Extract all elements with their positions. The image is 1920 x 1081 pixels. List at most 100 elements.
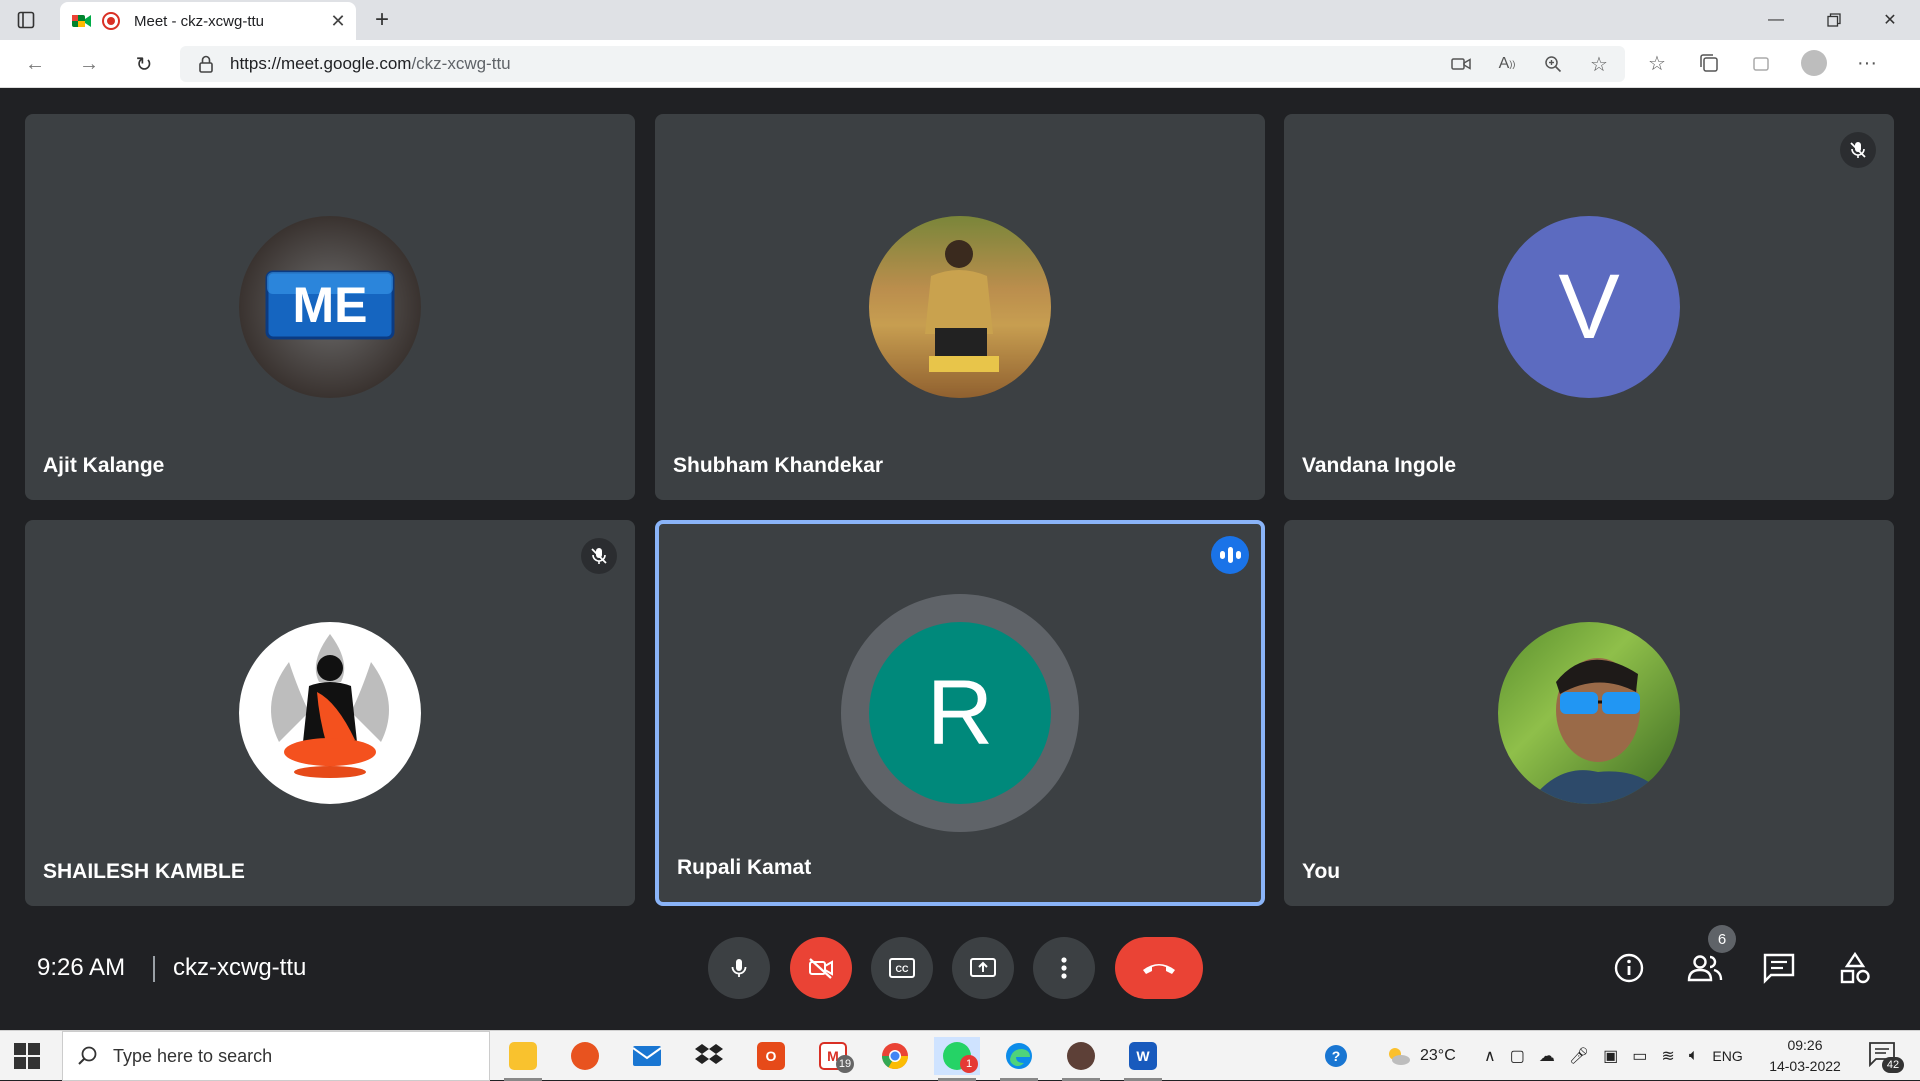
- chrome-icon: [881, 1043, 909, 1070]
- battery-icon[interactable]: ▭: [1632, 1046, 1647, 1066]
- camera-permission-icon[interactable]: [1449, 52, 1473, 76]
- tab-actions-icon[interactable]: [14, 8, 38, 32]
- participant-avatar: ME: [239, 216, 421, 398]
- leave-call-button[interactable]: [1115, 937, 1203, 999]
- forward-icon[interactable]: →: [75, 50, 103, 78]
- url-host: https://meet.google.com: [230, 54, 412, 73]
- me-logo-text: ME: [293, 277, 368, 333]
- meet-tray-icon[interactable]: ▢: [1510, 1046, 1525, 1066]
- chrome-app[interactable]: [872, 1037, 918, 1075]
- present-icon: [970, 958, 996, 977]
- edge-app[interactable]: [996, 1037, 1042, 1081]
- help-icon[interactable]: ?: [1322, 1031, 1350, 1081]
- more-options-button[interactable]: [1033, 937, 1095, 999]
- close-window-button[interactable]: ✕: [1862, 0, 1918, 40]
- present-screen-button[interactable]: [952, 937, 1014, 999]
- participant-tile-ajit[interactable]: ME Ajit Kalange: [25, 114, 635, 500]
- taskbar-time: 09:26: [1787, 1037, 1823, 1053]
- chat-button[interactable]: [1755, 944, 1803, 992]
- edge-icon: [1006, 1043, 1032, 1069]
- app-orange[interactable]: [562, 1037, 608, 1075]
- restore-button[interactable]: [1806, 0, 1862, 40]
- camera-off-icon: [809, 958, 833, 979]
- language-indicator[interactable]: ENG: [1712, 1048, 1742, 1064]
- minimize-button[interactable]: —: [1748, 0, 1804, 40]
- participant-avatar: [1498, 622, 1680, 804]
- url-text[interactable]: https://meet.google.com/ckz-xcwg-ttu: [230, 54, 511, 74]
- microphone-button[interactable]: [708, 937, 770, 999]
- info-icon: [1614, 953, 1644, 983]
- refresh-icon[interactable]: ↻: [130, 50, 158, 78]
- profile-avatar[interactable]: [1801, 50, 1827, 76]
- back-icon[interactable]: ←: [21, 50, 49, 78]
- add-favorite-icon[interactable]: ☆: [1587, 52, 1611, 76]
- more-vert-icon: [1061, 957, 1067, 979]
- cloud-icon[interactable]: ☁: [1539, 1046, 1555, 1066]
- extensions-icon[interactable]: [1749, 51, 1773, 75]
- participant-tile-vandana[interactable]: V Vandana Ingole: [1284, 114, 1894, 500]
- volume-icon[interactable]: 🔈︎: [1689, 1047, 1699, 1065]
- gmail-app[interactable]: M 19: [810, 1037, 856, 1075]
- file-explorer-app[interactable]: [500, 1037, 546, 1081]
- mail-app[interactable]: [624, 1037, 670, 1075]
- chevron-up-icon[interactable]: ∧: [1484, 1046, 1496, 1066]
- taskbar-search[interactable]: Type here to search: [62, 1031, 490, 1081]
- start-button[interactable]: [14, 1043, 40, 1069]
- dropbox-icon: [695, 1044, 723, 1064]
- gmail-badge: 19: [836, 1055, 854, 1073]
- read-aloud-icon[interactable]: A)): [1495, 52, 1519, 76]
- avatar-letter: V: [1558, 255, 1620, 358]
- zoom-icon[interactable]: [1541, 52, 1565, 76]
- microphone-icon: [731, 959, 747, 977]
- notifications-button[interactable]: 42: [1868, 1041, 1904, 1073]
- participant-name: You: [1302, 860, 1341, 883]
- participant-avatar: [239, 622, 421, 804]
- dropbox-app[interactable]: [686, 1037, 732, 1075]
- folder-icon: [509, 1042, 537, 1070]
- meeting-time: 9:26 AM: [37, 954, 126, 981]
- office-app[interactable]: O: [748, 1037, 794, 1075]
- meet-favicon-icon: [72, 15, 91, 27]
- collections-icon[interactable]: [1697, 51, 1721, 75]
- taskbar-date: 14-03-2022: [1769, 1058, 1841, 1074]
- activities-icon: [1840, 951, 1870, 984]
- wifi-icon[interactable]: ≋: [1661, 1046, 1674, 1066]
- browser-tab-meet[interactable]: Meet - ckz-xcwg-ttu ✕: [60, 2, 356, 40]
- activities-button[interactable]: [1831, 944, 1879, 992]
- screen-icon[interactable]: ▣: [1603, 1046, 1618, 1066]
- participant-name: Ajit Kalange: [43, 454, 165, 477]
- captions-button[interactable]: CC: [871, 937, 933, 999]
- browser-tab-strip: Meet - ckz-xcwg-ttu ✕ + — ✕: [0, 0, 1920, 40]
- participant-tile-shailesh[interactable]: SHAILESH KAMBLE: [25, 520, 635, 906]
- meeting-details-button[interactable]: [1605, 944, 1653, 992]
- participant-tile-rupali[interactable]: R Rupali Kamat: [655, 520, 1265, 906]
- address-bar[interactable]: https://meet.google.com/ckz-xcwg-ttu A))…: [180, 46, 1625, 82]
- me-logo-icon: ME: [265, 270, 395, 340]
- participant-name: Rupali Kamat: [677, 856, 812, 879]
- new-tab-button[interactable]: +: [368, 6, 396, 34]
- windows-taskbar: Type here to search O M 19 1 W ? 23°C ∧ …: [0, 1030, 1920, 1081]
- camera-off-button[interactable]: [790, 937, 852, 999]
- participant-name: Vandana Ingole: [1302, 454, 1457, 477]
- avatar-letter: R: [926, 661, 994, 764]
- participant-tile-you[interactable]: You: [1284, 520, 1894, 906]
- captions-icon: CC: [889, 958, 915, 978]
- participant-name: Shubham Khandekar: [673, 454, 884, 477]
- whatsapp-app[interactable]: 1: [934, 1037, 980, 1081]
- app-emblem[interactable]: [1058, 1037, 1104, 1081]
- url-path: /ckz-xcwg-ttu: [411, 54, 511, 73]
- weather-widget[interactable]: 23°C: [1384, 1031, 1456, 1081]
- taskbar-clock[interactable]: 09:26 14-03-2022: [1762, 1035, 1848, 1077]
- system-tray-icons: ∧ ▢ ☁ 🎤︎ ▣ ▭ ≋ 🔈︎ ENG: [1484, 1031, 1743, 1081]
- word-app[interactable]: W: [1120, 1037, 1166, 1081]
- search-icon: [78, 1046, 97, 1065]
- favorites-icon[interactable]: ☆: [1645, 51, 1669, 75]
- buddha-logo-icon: [271, 634, 389, 778]
- microphone-tray-icon[interactable]: 🎤︎: [1569, 1046, 1589, 1066]
- word-icon: W: [1129, 1042, 1157, 1070]
- lock-icon[interactable]: [198, 55, 214, 73]
- participant-avatar: V: [1498, 216, 1680, 398]
- participant-tile-shubham[interactable]: Shubham Khandekar: [655, 114, 1265, 500]
- close-tab-icon[interactable]: ✕: [326, 9, 350, 33]
- more-menu-icon[interactable]: ···: [1855, 51, 1879, 75]
